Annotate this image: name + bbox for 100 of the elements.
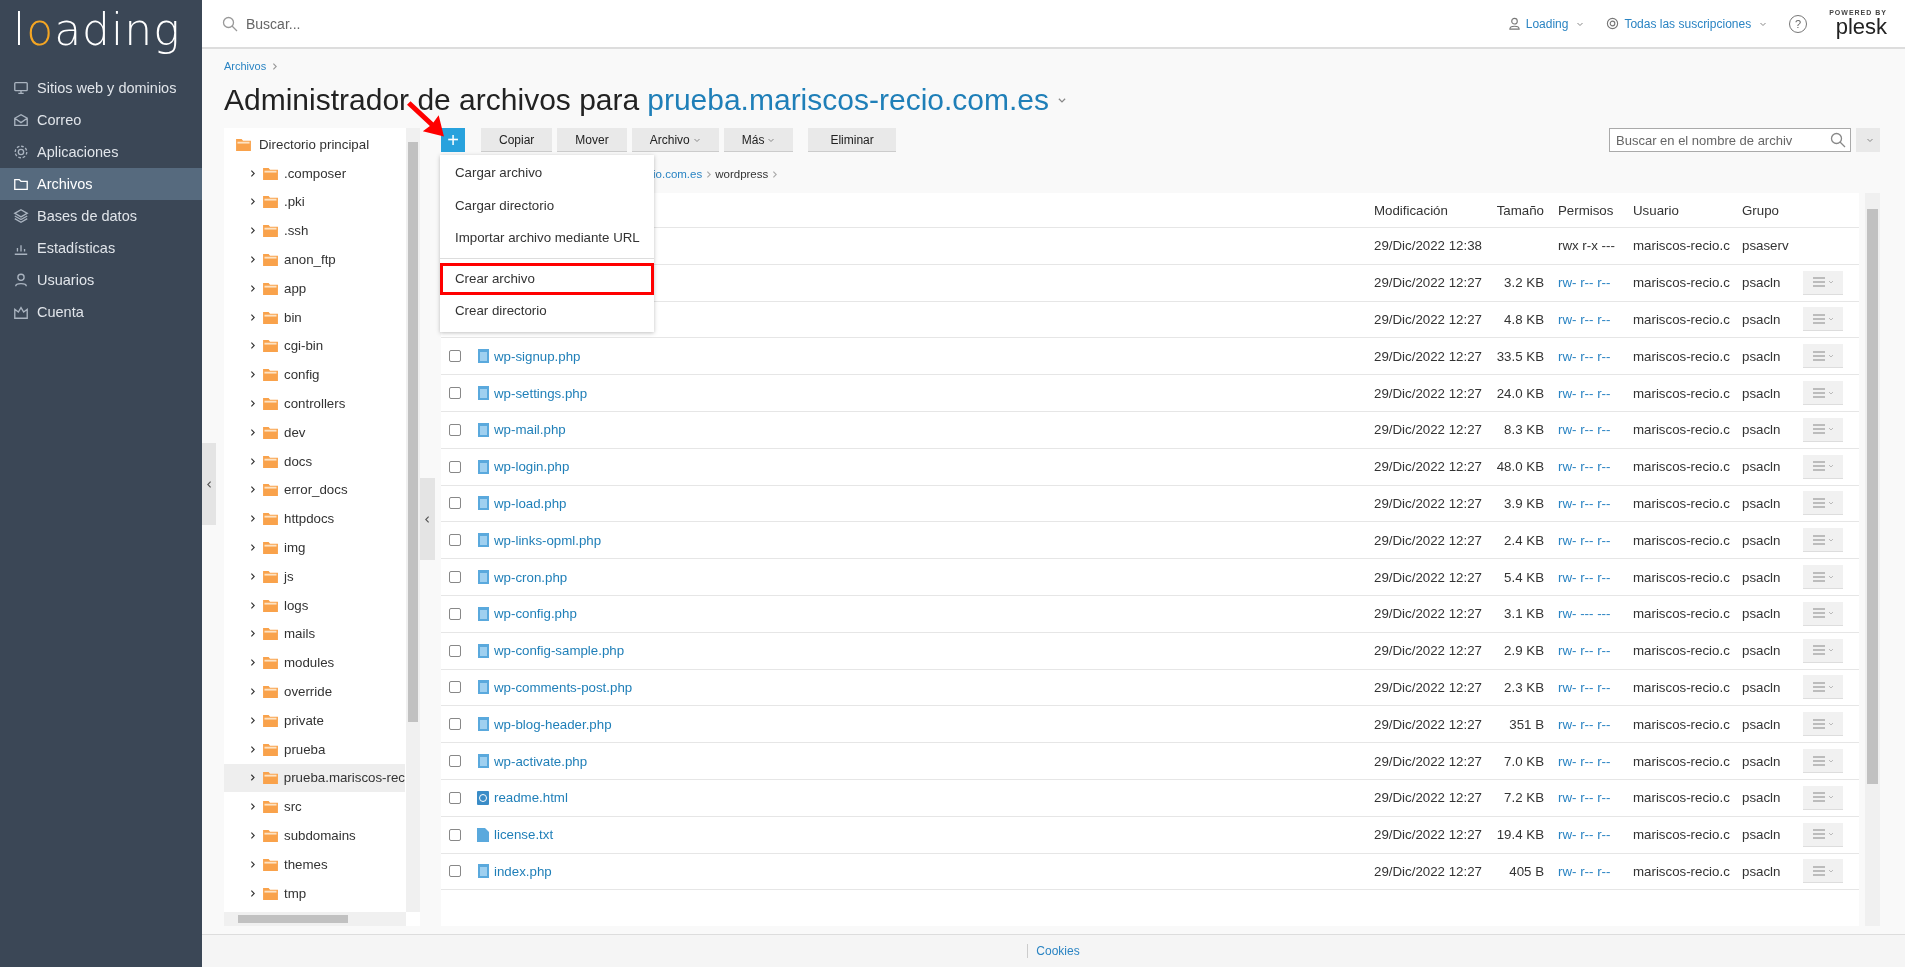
toolbar-button[interactable]: Archivo xyxy=(631,128,719,152)
row-menu-button[interactable] xyxy=(1803,601,1843,626)
tree-item[interactable]: .composer xyxy=(224,158,405,188)
chevron-right-icon[interactable] xyxy=(248,226,257,236)
row-menu-button[interactable] xyxy=(1803,454,1843,479)
chevron-right-icon[interactable] xyxy=(248,687,257,697)
row-menu-button[interactable] xyxy=(1803,712,1843,737)
permissions-link[interactable]: rw- r-- r-- xyxy=(1558,495,1611,511)
chevron-right-icon[interactable] xyxy=(248,571,257,581)
permissions-link[interactable]: rw- r-- r-- xyxy=(1558,753,1611,769)
chevron-right-icon[interactable] xyxy=(248,399,257,409)
scrollbar[interactable] xyxy=(1865,193,1880,926)
chevron-right-icon[interactable] xyxy=(248,859,257,869)
row-menu-button[interactable] xyxy=(1803,749,1843,774)
permissions-link[interactable]: rw- r-- r-- xyxy=(1558,790,1611,806)
user-menu[interactable]: Loading xyxy=(1507,16,1585,31)
row-checkbox[interactable] xyxy=(449,460,461,473)
chevron-right-icon[interactable] xyxy=(248,283,257,293)
row-checkbox[interactable] xyxy=(449,791,461,804)
chevron-right-icon[interactable] xyxy=(248,427,257,437)
nav-item[interactable]: Aplicaciones xyxy=(0,136,202,168)
row-menu-button[interactable] xyxy=(1803,491,1843,516)
tree-item[interactable]: prueba.mariscos-rec xyxy=(224,763,405,793)
tree-item[interactable]: subdomains xyxy=(224,821,405,850)
row-menu-button[interactable] xyxy=(1803,417,1843,442)
path-link[interactable]: io.com.es xyxy=(653,168,703,180)
domain-link[interactable]: prueba.mariscos-recio.com.es xyxy=(647,83,1049,117)
file-name-link[interactable]: wp-config-sample.php xyxy=(494,643,625,659)
row-menu-button[interactable] xyxy=(1803,565,1843,590)
tree-item[interactable]: bin xyxy=(224,302,405,332)
chevron-right-icon[interactable] xyxy=(248,485,257,495)
toolbar-button[interactable]: Mover xyxy=(557,128,627,152)
file-name-link[interactable]: license.txt xyxy=(494,827,554,843)
permissions-link[interactable]: rw- r-- r-- xyxy=(1558,459,1611,475)
row-checkbox[interactable] xyxy=(449,681,461,694)
tree-item[interactable]: tmp xyxy=(224,878,405,908)
scrollbar[interactable] xyxy=(406,128,420,912)
chevron-right-icon[interactable] xyxy=(248,888,257,898)
row-checkbox[interactable] xyxy=(449,828,461,841)
chevron-right-icon[interactable] xyxy=(248,715,257,725)
nav-item[interactable]: Bases de datos xyxy=(0,200,202,232)
chevron-right-icon[interactable] xyxy=(248,456,257,466)
permissions-link[interactable]: rw- r-- r-- xyxy=(1558,385,1611,401)
scrollbar[interactable] xyxy=(224,912,406,926)
chevron-right-icon[interactable] xyxy=(248,197,257,207)
row-checkbox[interactable] xyxy=(449,571,461,584)
column-header[interactable]: Grupo xyxy=(1742,202,1803,218)
chevron-right-icon[interactable] xyxy=(248,341,257,351)
permissions-link[interactable]: rw- r-- r-- xyxy=(1558,716,1611,732)
chevron-right-icon[interactable] xyxy=(248,658,257,668)
file-name-link[interactable]: wp-activate.php xyxy=(494,753,588,769)
tree-item[interactable]: app xyxy=(224,274,405,303)
row-checkbox[interactable] xyxy=(449,497,461,510)
tree-item[interactable]: js xyxy=(224,561,405,591)
permissions-link[interactable]: rw- r-- r-- xyxy=(1558,679,1611,695)
permissions-link[interactable]: rw- r-- r-- xyxy=(1558,827,1611,843)
row-menu-button[interactable] xyxy=(1803,381,1843,406)
permissions-link[interactable]: rw- --- --- xyxy=(1558,606,1611,622)
row-checkbox[interactable] xyxy=(449,865,461,878)
row-menu-button[interactable] xyxy=(1803,859,1843,884)
chevron-right-icon[interactable] xyxy=(248,312,257,322)
cookies-link[interactable]: Cookies xyxy=(1036,944,1080,958)
chevron-right-icon[interactable] xyxy=(248,370,257,380)
file-name-link[interactable]: index.php xyxy=(494,863,552,879)
tree-item[interactable]: .ssh xyxy=(224,216,405,246)
breadcrumb-link[interactable]: Archivos xyxy=(224,60,267,72)
tree-item[interactable]: themes xyxy=(224,849,405,879)
row-menu-button[interactable] xyxy=(1803,344,1843,369)
subscriptions-menu[interactable]: Todas las suscripciones xyxy=(1606,16,1768,31)
menu-item[interactable]: Importar archivo mediante URL xyxy=(440,222,654,255)
permissions-link[interactable]: rw- r-- r-- xyxy=(1558,532,1611,548)
toolbar-button[interactable]: Copiar xyxy=(481,128,553,152)
menu-item[interactable]: Cargar directorio xyxy=(440,189,654,222)
file-name-link[interactable]: wp-links-opml.php xyxy=(494,532,602,548)
row-checkbox[interactable] xyxy=(449,534,461,547)
row-checkbox[interactable] xyxy=(449,644,461,657)
row-menu-button[interactable] xyxy=(1803,307,1843,332)
tree-item[interactable]: error_docs xyxy=(224,475,405,505)
tree-item[interactable]: controllers xyxy=(224,389,405,418)
column-header[interactable]: Modificación xyxy=(1374,202,1496,218)
row-menu-button[interactable] xyxy=(1803,270,1843,295)
permissions-link[interactable]: rw- r-- r-- xyxy=(1558,275,1611,291)
row-checkbox[interactable] xyxy=(449,387,461,400)
path-link[interactable]: wordpress xyxy=(715,168,769,180)
column-header[interactable]: Permisos xyxy=(1558,202,1633,218)
file-name-link[interactable]: wp-load.php xyxy=(494,495,567,511)
nav-item[interactable]: Cuenta xyxy=(0,296,202,328)
file-name-link[interactable]: wp-blog-header.php xyxy=(494,716,612,732)
chevron-right-icon[interactable] xyxy=(248,831,257,840)
column-header[interactable]: Tamaño xyxy=(1496,202,1544,218)
nav-item[interactable]: Estadísticas xyxy=(0,232,202,264)
file-name-link[interactable]: wp-config.php xyxy=(494,606,577,622)
nav-item[interactable]: Archivos xyxy=(0,168,202,200)
tree-item[interactable]: cgi-bin xyxy=(224,331,405,361)
row-checkbox[interactable] xyxy=(449,718,461,731)
chevron-right-icon[interactable] xyxy=(248,629,257,639)
row-menu-button[interactable] xyxy=(1803,675,1843,700)
permissions-link[interactable]: rw- r-- r-- xyxy=(1558,643,1611,659)
menu-item[interactable]: Cargar archivo xyxy=(440,157,654,190)
tree-item[interactable]: config xyxy=(224,360,405,390)
